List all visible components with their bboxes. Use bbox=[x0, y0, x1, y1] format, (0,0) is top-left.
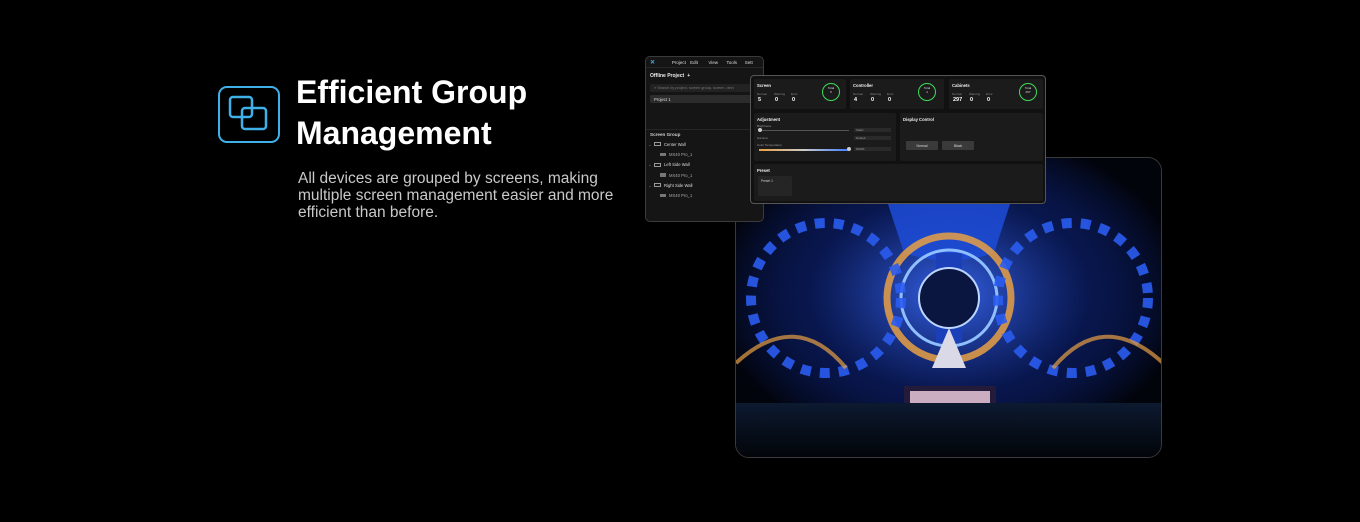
chevron-down-icon[interactable]: ⌄ bbox=[646, 162, 654, 167]
stat-value: 0 bbox=[792, 97, 796, 103]
menu-bar: ✕ Project Edit View Tools Sett bbox=[646, 57, 763, 68]
preset-card[interactable]: Preset 1 bbox=[758, 176, 792, 196]
total-ring: Total 297 bbox=[1019, 83, 1037, 101]
stat-sub: Normal bbox=[952, 92, 962, 96]
controller-icon bbox=[660, 152, 666, 157]
page-title: Efficient Group Management bbox=[296, 74, 528, 151]
device-name: MX40 Pro_1 bbox=[669, 151, 693, 157]
preset-panel: Preset Preset 1 bbox=[754, 164, 1043, 201]
black-label: Black bbox=[953, 143, 963, 148]
normal-label: Normal bbox=[916, 143, 928, 148]
device-name: MX40 Pro_1 bbox=[669, 193, 693, 199]
total-ring: Total 4 bbox=[918, 83, 936, 101]
cabinets-stat-card: Cabinets Normal Warning Error 297 0 0 To… bbox=[949, 79, 1043, 109]
group-name: Left Side Wall bbox=[664, 162, 690, 168]
group-row[interactable]: ⌄ Left Side Wall bbox=[646, 160, 763, 170]
app-logo-icon: ✕ bbox=[650, 59, 656, 66]
sidebar-header: Offline Project + bbox=[646, 68, 763, 81]
stat-label: Screen bbox=[757, 83, 771, 88]
preset-title: Preset bbox=[757, 168, 770, 173]
device-row[interactable]: MX40 Pro_1 bbox=[646, 190, 763, 200]
gamma-dropdown[interactable]: Default bbox=[854, 136, 891, 140]
search-placeholder: Search by project, screen group, screen,… bbox=[657, 86, 734, 90]
screen-stat-card: Screen Normal Warning Error 5 0 0 Total 5 bbox=[754, 79, 846, 109]
stat-value: 5 bbox=[758, 97, 762, 103]
controller-stat-card: Controller Normal Warning Error 4 0 0 To… bbox=[850, 79, 944, 109]
stat-sub: Warning bbox=[774, 92, 786, 96]
stat-value: 0 bbox=[888, 97, 892, 103]
menu-edit[interactable]: Edit bbox=[690, 60, 708, 65]
ring-value: 4 bbox=[926, 89, 928, 94]
chevron-down-icon[interactable]: ⌄ bbox=[646, 142, 654, 147]
menu-view[interactable]: View bbox=[708, 60, 726, 65]
project-item[interactable]: Project 1 bbox=[650, 95, 759, 103]
gamma-label: Gamma bbox=[757, 136, 768, 140]
screen-icon bbox=[654, 183, 661, 188]
stat-sub: Warning bbox=[969, 92, 981, 96]
stat-value: 0 bbox=[987, 97, 991, 103]
ring-value: 5 bbox=[830, 89, 832, 94]
normal-button[interactable]: Normal bbox=[906, 141, 938, 150]
overlapping-squares-icon bbox=[218, 86, 280, 143]
stat-label: Controller bbox=[853, 83, 874, 88]
stat-sub: Normal bbox=[853, 92, 863, 96]
stat-label: Cabinets bbox=[952, 83, 970, 88]
app-sidebar-window: ✕ Project Edit View Tools Sett Offline P… bbox=[645, 56, 764, 222]
device-row[interactable]: MX40 Pro_1 bbox=[646, 149, 763, 159]
brightness-dropdown[interactable]: Static bbox=[854, 128, 891, 132]
group-row[interactable]: ⌄ Center Wall bbox=[646, 139, 763, 149]
black-button[interactable]: Black bbox=[942, 141, 974, 150]
adjustment-panel: Adjustment Brightness Static Gamma Defau… bbox=[754, 113, 896, 161]
color-temp-dropdown[interactable]: 6500K bbox=[854, 147, 891, 151]
ring-value: 297 bbox=[1025, 89, 1031, 94]
controller-icon bbox=[660, 193, 666, 198]
stat-sub: Error bbox=[791, 92, 798, 96]
stat-value: 297 bbox=[953, 97, 963, 103]
brightness-slider[interactable] bbox=[759, 130, 849, 132]
group-name: Center Wall bbox=[664, 141, 686, 147]
menu-project[interactable]: Project bbox=[672, 60, 690, 65]
device-name: MX40 Pro_1 bbox=[669, 172, 693, 178]
screen-group-title: Screen Group bbox=[646, 129, 763, 139]
sidebar-title: Offline Project bbox=[650, 73, 685, 79]
stat-sub: Normal bbox=[757, 92, 767, 96]
device-row[interactable]: MX40 Pro_1 bbox=[646, 170, 763, 180]
adjustment-title: Adjustment bbox=[757, 117, 781, 122]
menu-tools[interactable]: Tools bbox=[727, 60, 745, 65]
menu-settings[interactable]: Sett bbox=[745, 60, 763, 65]
color-temp-label: Color Temperature bbox=[757, 143, 782, 147]
screen-icon bbox=[654, 162, 661, 167]
total-ring: Total 5 bbox=[822, 83, 840, 101]
group-row[interactable]: ⌄ Right Side Wall bbox=[646, 180, 763, 190]
slider-handle[interactable] bbox=[847, 147, 851, 151]
stat-value: 0 bbox=[970, 97, 974, 103]
plus-icon[interactable]: + bbox=[687, 73, 690, 79]
group-name: Right Side Wall bbox=[664, 182, 693, 188]
stat-sub: Error bbox=[887, 92, 894, 96]
stat-value: 0 bbox=[775, 97, 779, 103]
slider-handle[interactable] bbox=[758, 128, 762, 132]
search-input[interactable]: ⌕ Search by project, screen group, scree… bbox=[650, 84, 759, 92]
stat-sub: Warning bbox=[870, 92, 882, 96]
app-main-window: Screen Normal Warning Error 5 0 0 Total 5… bbox=[750, 75, 1046, 204]
stat-value: 4 bbox=[854, 97, 858, 103]
color-temp-slider[interactable] bbox=[759, 149, 849, 151]
chevron-down-icon[interactable]: ⌄ bbox=[646, 183, 654, 188]
controller-icon bbox=[660, 173, 666, 177]
stat-sub: Error bbox=[986, 92, 993, 96]
display-control-title: Display Control bbox=[903, 117, 934, 122]
page-description: All devices are grouped by screens, maki… bbox=[298, 170, 614, 221]
display-control-panel: Display Control Normal Black bbox=[900, 113, 1043, 161]
stat-value: 0 bbox=[871, 97, 875, 103]
screen-icon bbox=[654, 142, 661, 147]
preset-name: Preset 1 bbox=[761, 179, 773, 183]
